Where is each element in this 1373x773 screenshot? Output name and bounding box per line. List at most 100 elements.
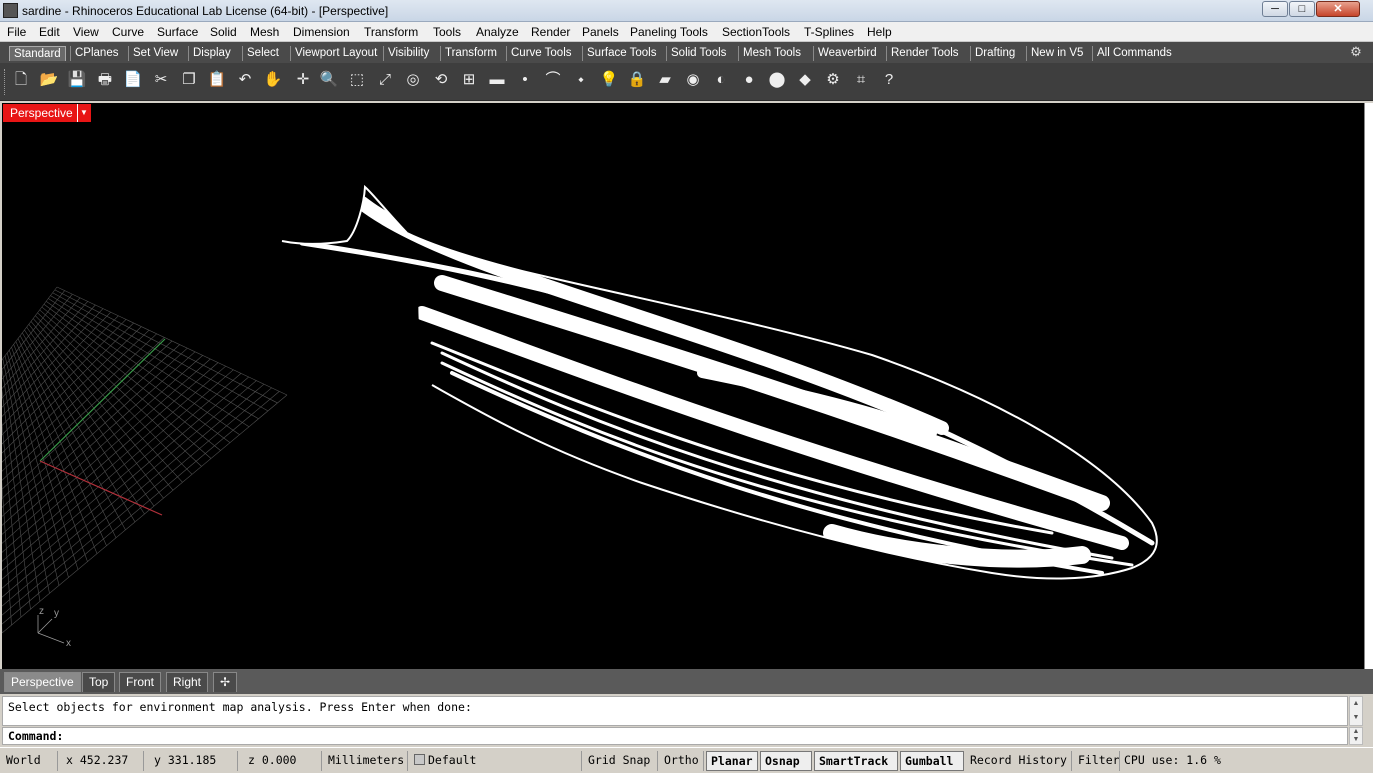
open-icon[interactable]: 📂 <box>38 68 60 92</box>
material-icon[interactable]: ◆ <box>794 68 816 92</box>
undo-icon[interactable]: ↶ <box>234 68 256 92</box>
tab-solid-tools[interactable]: Solid Tools <box>666 46 730 61</box>
toolbar-grip[interactable] <box>4 69 7 95</box>
lock-icon[interactable]: 🔒 <box>626 68 648 92</box>
zoom-icon[interactable]: 🔍 <box>318 68 340 92</box>
gear-icon[interactable]: ⚙ <box>1349 45 1363 59</box>
perspective-viewport[interactable]: z y x <box>2 103 1364 669</box>
close-button[interactable]: ✕ <box>1316 1 1360 17</box>
tab-display[interactable]: Display <box>188 46 235 61</box>
paste-icon[interactable]: 📋 <box>206 68 228 92</box>
osnap-toggle[interactable]: Osnap <box>760 751 812 771</box>
layer-indicator[interactable]: Default <box>410 751 582 771</box>
tab-right[interactable]: Right <box>166 672 209 692</box>
menu-paneling-tools[interactable]: Paneling Tools <box>630 25 708 39</box>
menu-mesh[interactable]: Mesh <box>250 25 279 39</box>
status-bar: World x 452.237 y 331.185 z 0.000 Millim… <box>0 747 1373 773</box>
tab-visibility[interactable]: Visibility <box>383 46 433 61</box>
menu-dimension[interactable]: Dimension <box>293 25 350 39</box>
tab-perspective[interactable]: Perspective <box>4 672 81 692</box>
tab-drafting[interactable]: Drafting <box>970 46 1019 61</box>
menu-edit[interactable]: Edit <box>39 25 60 39</box>
curve-icon[interactable]: ⌒ <box>542 68 564 92</box>
command-history-scrollbar[interactable]: ▲ ▼ <box>1349 696 1363 726</box>
zoom-extents-icon[interactable]: ⤢ <box>374 68 396 92</box>
pan-icon[interactable]: ✋ <box>262 68 284 92</box>
menu-t-splines[interactable]: T-Splines <box>804 25 854 39</box>
grid-line <box>2 380 257 598</box>
menu-view[interactable]: View <box>73 25 99 39</box>
tab-render-tools[interactable]: Render Tools <box>886 46 963 61</box>
viewport-menu-dropdown[interactable]: ▼ <box>77 104 90 122</box>
color-wheel-icon[interactable]: ◉ <box>682 68 704 92</box>
rhino-app-icon[interactable] <box>3 3 18 18</box>
tab-weaverbird[interactable]: Weaverbird <box>813 46 881 61</box>
tab-cplanes[interactable]: CPlanes <box>70 46 122 61</box>
print-icon[interactable]: 🖶 <box>94 68 116 92</box>
car-icon[interactable]: ▬ <box>486 68 508 92</box>
filter-toggle[interactable]: Filter <box>1074 751 1120 771</box>
grid-snap-toggle[interactable]: Grid Snap <box>584 751 658 771</box>
gumball-toggle[interactable]: Gumball <box>900 751 964 771</box>
zoom-window-icon[interactable]: ⬚ <box>346 68 368 92</box>
tab-curve-tools[interactable]: Curve Tools <box>506 46 576 61</box>
point-icon[interactable]: • <box>514 68 536 92</box>
menu-section-tools[interactable]: SectionTools <box>722 25 790 39</box>
minimize-button[interactable]: ─ <box>1262 1 1288 17</box>
sphere-shaded-icon[interactable]: ◐ <box>710 68 732 92</box>
import-icon[interactable]: 📄 <box>122 68 144 92</box>
tab-set-view[interactable]: Set View <box>128 46 182 61</box>
command-line-scrollbar[interactable]: ▲ ▼ <box>1349 727 1363 745</box>
menu-curve[interactable]: Curve <box>112 25 144 39</box>
menu-tools[interactable]: Tools <box>433 25 461 39</box>
menu-analyze[interactable]: Analyze <box>476 25 519 39</box>
cplane-indicator[interactable]: World <box>2 751 58 771</box>
tab-surface-tools[interactable]: Surface Tools <box>582 46 660 61</box>
planar-toggle[interactable]: Planar <box>706 751 758 771</box>
new-icon[interactable]: 🗋 <box>10 68 32 92</box>
light-icon[interactable]: 💡 <box>598 68 620 92</box>
tab-top[interactable]: Top <box>82 672 116 692</box>
bounding-icon[interactable]: ⌗ <box>850 68 872 92</box>
select-points-icon[interactable]: ⬩ <box>570 68 592 92</box>
window-title: sardine - Rhinoceros Educational Lab Lic… <box>22 4 389 18</box>
smarttrack-toggle[interactable]: SmartTrack <box>814 751 898 771</box>
tab-standard[interactable]: Standard <box>9 46 66 61</box>
command-history[interactable]: Select objects for environment map analy… <box>2 696 1348 726</box>
four-viewports-icon[interactable]: ⊞ <box>458 68 480 92</box>
menu-solid[interactable]: Solid <box>210 25 237 39</box>
help-icon[interactable]: ? <box>878 68 900 92</box>
tab-new-in-v5[interactable]: New in V5 <box>1026 46 1087 61</box>
menu-surface[interactable]: Surface <box>157 25 198 39</box>
menu-transform[interactable]: Transform <box>364 25 418 39</box>
cut-icon[interactable]: ✂ <box>150 68 172 92</box>
axis-z-label: z <box>39 606 44 617</box>
sphere-render-icon[interactable]: ● <box>738 68 760 92</box>
layer-icon[interactable]: ▰ <box>654 68 676 92</box>
menu-render[interactable]: Render <box>531 25 570 39</box>
render-blue-icon[interactable]: ⬤ <box>766 68 788 92</box>
command-line[interactable]: Command: <box>2 727 1348 745</box>
tab-all-commands[interactable]: All Commands <box>1092 46 1176 61</box>
maximize-button[interactable]: □ <box>1289 1 1315 17</box>
copy-icon[interactable]: ❐ <box>178 68 200 92</box>
title-bar: sardine - Rhinoceros Educational Lab Lic… <box>0 0 1373 22</box>
tab-mesh-tools[interactable]: Mesh Tools <box>738 46 805 61</box>
menu-help[interactable]: Help <box>867 25 892 39</box>
options-icon[interactable]: ⚙ <box>822 68 844 92</box>
rotate-view-icon[interactable]: ✛ <box>292 68 314 92</box>
tab-select[interactable]: Select <box>242 46 283 61</box>
tab-front[interactable]: Front <box>119 672 162 692</box>
record-history-toggle[interactable]: Record History <box>966 751 1072 771</box>
menu-panels[interactable]: Panels <box>582 25 619 39</box>
tab-viewport-layout[interactable]: Viewport Layout <box>290 46 381 61</box>
ortho-toggle[interactable]: Ortho <box>660 751 704 771</box>
add-viewport-icon[interactable]: ✢ <box>213 672 238 692</box>
save-icon[interactable]: 💾 <box>66 68 88 92</box>
units-indicator[interactable]: Millimeters <box>324 751 408 771</box>
viewport-canvas[interactable]: z y x <box>2 103 1364 669</box>
menu-file[interactable]: File <box>7 25 26 39</box>
tab-transform[interactable]: Transform <box>440 46 501 61</box>
zoom-selected-icon[interactable]: ◎ <box>402 68 424 92</box>
undo-view-icon[interactable]: ⟲ <box>430 68 452 92</box>
